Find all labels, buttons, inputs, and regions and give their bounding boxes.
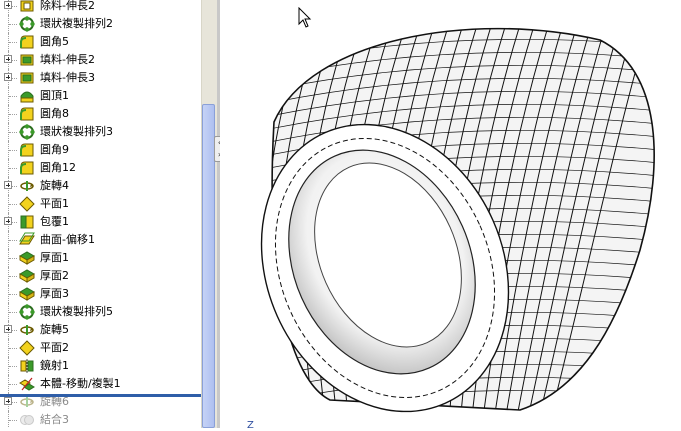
tree-item[interactable]: 圓角9: [0, 141, 201, 159]
tree-item-label: 填料-伸長2: [40, 53, 95, 66]
tree-item-label: 結合3: [40, 413, 69, 426]
tree-item-label: 平面2: [40, 341, 69, 354]
expand-icon[interactable]: [4, 73, 12, 81]
tree-item[interactable]: 厚面2: [0, 267, 201, 285]
tree-item[interactable]: 厚面3: [0, 285, 201, 303]
fillet-icon: [20, 143, 34, 157]
plane-icon: [19, 340, 35, 356]
tree-item[interactable]: 平面2: [0, 339, 201, 357]
arrow-cursor-icon: [298, 7, 312, 28]
tree-item-label: 圓角9: [40, 143, 69, 156]
mirror-icon: [20, 359, 34, 373]
tree-item-label: 圓角12: [40, 161, 76, 174]
tree-item[interactable]: 填料-伸長3: [0, 69, 201, 87]
axis-label: Z: [247, 420, 254, 431]
tree-item[interactable]: 本體-移動/複製1: [0, 375, 201, 393]
expand-icon[interactable]: [4, 217, 12, 225]
tree-item-label: 圓頂1: [40, 89, 69, 102]
tree-item-label: 厚面2: [40, 269, 69, 282]
tree-connector-line: [9, 168, 17, 169]
circular-pattern-icon: [19, 124, 35, 140]
revolve-icon: [20, 181, 34, 191]
tree-item[interactable]: 結合3: [0, 411, 201, 428]
tree-item-label: 除料-伸長2: [40, 0, 95, 12]
tree-connector-line: [9, 348, 17, 349]
tree-item[interactable]: 包覆1: [0, 213, 201, 231]
tree-item[interactable]: 除料-伸長2: [0, 0, 201, 15]
tree-connector-line: [9, 258, 17, 259]
tree-connector-line: [9, 240, 17, 241]
tree-connector-line: [9, 204, 17, 205]
feature-manager-tree: 除料-伸長2 環狀複製排列2 圓角5 填料-伸長2 填料-伸長3 圓頂1 圓角8 環狀複製排列…: [0, 0, 201, 428]
tree-item[interactable]: 圓角12: [0, 159, 201, 177]
tree-connector-line: [9, 276, 17, 277]
fillet-icon: [20, 107, 34, 121]
thicken-icon: [19, 251, 35, 265]
cut-extrude-icon: [20, 0, 34, 12]
offset-surface-icon: [19, 232, 35, 245]
fillet-icon: [20, 161, 34, 175]
tree-item-label: 環狀複製排列5: [40, 305, 113, 318]
tree-item[interactable]: 圓角8: [0, 105, 201, 123]
tree-item-label: 厚面1: [40, 251, 69, 264]
tree-item[interactable]: 旋轉4: [0, 177, 201, 195]
expand-icon[interactable]: [4, 325, 12, 333]
move-copy-body-icon: [19, 377, 35, 391]
tree-item[interactable]: 環狀複製排列5: [0, 303, 201, 321]
expand-icon[interactable]: [4, 1, 12, 9]
boss-extrude-icon: [20, 72, 34, 84]
thicken-icon: [19, 269, 35, 283]
dome-icon: [20, 91, 34, 103]
plane-icon: [19, 196, 35, 212]
tree-item[interactable]: 圓頂1: [0, 87, 201, 105]
tree-item[interactable]: 圓角5: [0, 33, 201, 51]
tree-item-label: 厚面3: [40, 287, 69, 300]
tree-item[interactable]: 厚面1: [0, 249, 201, 267]
tire-model[interactable]: [220, 0, 681, 428]
tree-connector-line: [9, 294, 17, 295]
tree-item-label: 圓角5: [40, 35, 69, 48]
tree-connector-line: [9, 96, 17, 97]
boss-extrude-icon: [20, 54, 34, 66]
expand-icon[interactable]: [4, 55, 12, 63]
tree-item[interactable]: 旋轉5: [0, 321, 201, 339]
revolve-icon: [20, 325, 34, 335]
tree-item[interactable]: 平面1: [0, 195, 201, 213]
tree-item-label: 包覆1: [40, 215, 69, 228]
expand-icon[interactable]: [4, 181, 12, 189]
expand-icon[interactable]: [4, 397, 12, 405]
circular-pattern-icon: [19, 304, 35, 320]
tree-connector-line: [9, 132, 17, 133]
combine-icon: [20, 415, 34, 425]
tree-item[interactable]: 曲面-偏移1: [0, 231, 201, 249]
tree-connector-line: [9, 384, 17, 385]
tree-item[interactable]: 鏡射1: [0, 357, 201, 375]
tree-item-label: 圓角8: [40, 107, 69, 120]
rollback-bar[interactable]: [0, 394, 201, 397]
graphics-viewport[interactable]: Z: [220, 0, 681, 431]
tree-connector-line: [9, 312, 17, 313]
tree-connector-line: [9, 366, 17, 367]
tree-item-label: 本體-移動/複製1: [40, 377, 121, 390]
tree-item-label: 曲面-偏移1: [40, 233, 95, 246]
tree-item-label: 旋轉4: [40, 179, 69, 192]
tree-item-label: 環狀複製排列3: [40, 125, 113, 138]
wrap-icon: [20, 215, 34, 229]
tree-item-label: 平面1: [40, 197, 69, 210]
tree-item[interactable]: 填料-伸長2: [0, 51, 201, 69]
tree-connector-line: [9, 150, 17, 151]
tree-item-label: 鏡射1: [40, 359, 69, 372]
tree-item-label: 填料-伸長3: [40, 71, 95, 84]
tree-connector-line: [9, 24, 17, 25]
tree-connector-line: [9, 42, 17, 43]
circular-pattern-icon: [19, 16, 35, 32]
fillet-icon: [20, 35, 34, 49]
tree-item-label: 旋轉5: [40, 323, 69, 336]
tree-item[interactable]: 環狀複製排列3: [0, 123, 201, 141]
tree-item-label: 環狀複製排列2: [40, 17, 113, 30]
tree-connector-line: [9, 420, 17, 421]
thicken-icon: [19, 287, 35, 301]
tree-item[interactable]: 環狀複製排列2: [0, 15, 201, 33]
tree-connector-line: [9, 114, 17, 115]
